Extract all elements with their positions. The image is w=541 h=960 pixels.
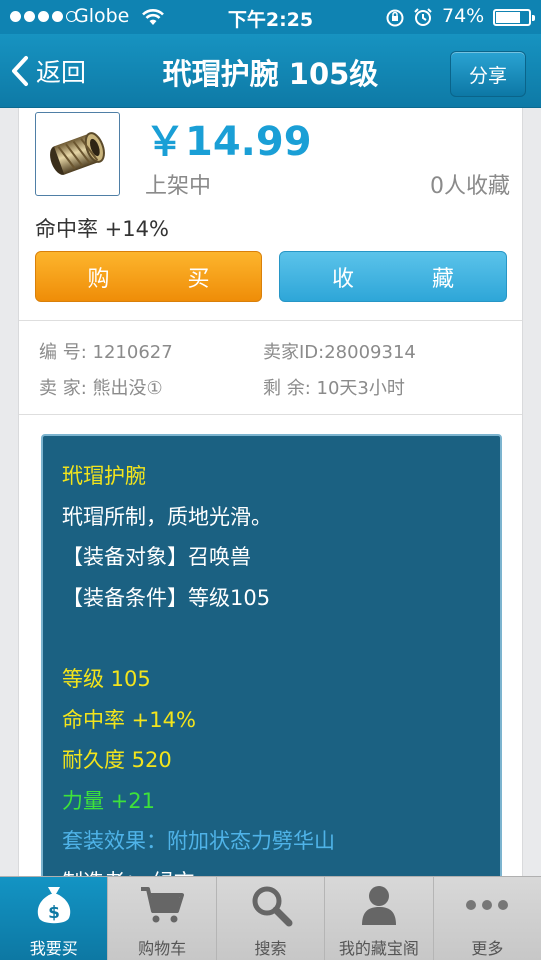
seller-name-value: 熊出没①	[92, 378, 163, 399]
person-icon	[359, 877, 399, 933]
description-line: 【装备条件】等级105	[62, 585, 271, 610]
description-line: 力量 +21	[62, 788, 155, 813]
description-line: 命中率 +14%	[62, 707, 196, 732]
more-icon	[464, 877, 510, 933]
seller-name: 卖 家: 熊出没①	[39, 374, 163, 400]
money-bag-icon: $	[34, 877, 74, 933]
description-line: 【装备对象】召唤兽	[62, 545, 251, 570]
item-description: 玳瑁护腕玳瑁所制，质地光滑。 【装备对象】召唤兽 【装备条件】等级105 等级 10…	[41, 434, 502, 876]
page-title: 玳瑁护腕 105级	[162, 57, 379, 91]
item-thumbnail[interactable]	[35, 112, 120, 196]
collect-button[interactable]: 收 藏	[279, 251, 507, 302]
description-line: 玳瑁所制，质地光滑。	[62, 504, 272, 529]
status-bar: Globe 下午2:25 74%	[0, 0, 541, 34]
seller-id: 卖家ID:28009314	[263, 338, 416, 364]
description-line: 等级 105	[62, 666, 151, 691]
back-button[interactable]: 返回	[10, 52, 86, 90]
chevron-left-icon	[12, 56, 28, 86]
navigation-bar: 返回 玳瑁护腕 105级 分享	[0, 34, 541, 108]
battery-percentage: 74%	[442, 5, 485, 27]
tab-label: 我的藏宝阁	[338, 939, 419, 958]
tab-search[interactable]: 搜索	[215, 877, 324, 960]
item-number-value: 1210627	[92, 342, 173, 363]
seller-name-key: 卖 家:	[39, 378, 87, 399]
bracer-icon	[50, 132, 105, 175]
tab-money-bag[interactable]: $ 我要买	[0, 877, 108, 960]
description-line	[62, 618, 481, 659]
description-line: 耐久度 520	[62, 748, 172, 773]
tab-person[interactable]: 我的藏宝阁	[324, 877, 432, 960]
description-line: 制造者： 绿衣	[62, 862, 481, 876]
buy-button[interactable]: 购 买	[35, 251, 262, 302]
back-label: 返回	[36, 58, 87, 87]
search-icon	[249, 877, 293, 933]
tab-label: 更多	[471, 939, 504, 958]
description-line: 玳瑁护腕	[62, 464, 146, 488]
tab-label: 搜索	[254, 939, 287, 958]
svg-text:$: $	[48, 903, 60, 923]
share-button[interactable]: 分享	[450, 51, 526, 97]
time-remaining-value: 10天3小时	[316, 378, 405, 399]
seller-id-key: 卖家ID:	[263, 342, 325, 363]
rotation-lock-icon	[385, 8, 405, 33]
tab-cart[interactable]: 购物车	[107, 877, 215, 960]
seller-id-value: 28009314	[324, 342, 416, 363]
tab-label: 购物车	[138, 939, 187, 958]
tab-bar: $ 我要买 购物车 搜索 我的藏宝阁 更多	[0, 876, 541, 960]
time-remaining-key: 剩 余:	[263, 378, 311, 399]
battery-icon	[493, 9, 535, 26]
description-line: 套装效果：附加状态力劈华山	[62, 829, 335, 854]
tab-label: 我要买	[29, 939, 78, 958]
alarm-icon	[413, 7, 433, 32]
item-attribute: 命中率 +14%	[35, 217, 169, 241]
time-remaining: 剩 余: 10天3小时	[263, 374, 405, 400]
listing-status: 上架中	[145, 174, 212, 199]
listing-info: 编 号: 1210627 卖家ID:28009314 卖 家: 熊出没① 剩 余…	[19, 320, 522, 415]
item-detail-panel: ￥14.99 上架中 0人收藏 命中率 +14% 购 买 收 藏 编 号: 12…	[18, 108, 523, 876]
item-price: ￥14.99	[145, 119, 312, 165]
tab-more[interactable]: 更多	[432, 877, 541, 960]
item-number: 编 号: 1210627	[39, 338, 173, 364]
cart-icon	[139, 877, 185, 933]
favorite-count: 0人收藏	[430, 174, 510, 199]
item-number-key: 编 号:	[39, 342, 87, 363]
